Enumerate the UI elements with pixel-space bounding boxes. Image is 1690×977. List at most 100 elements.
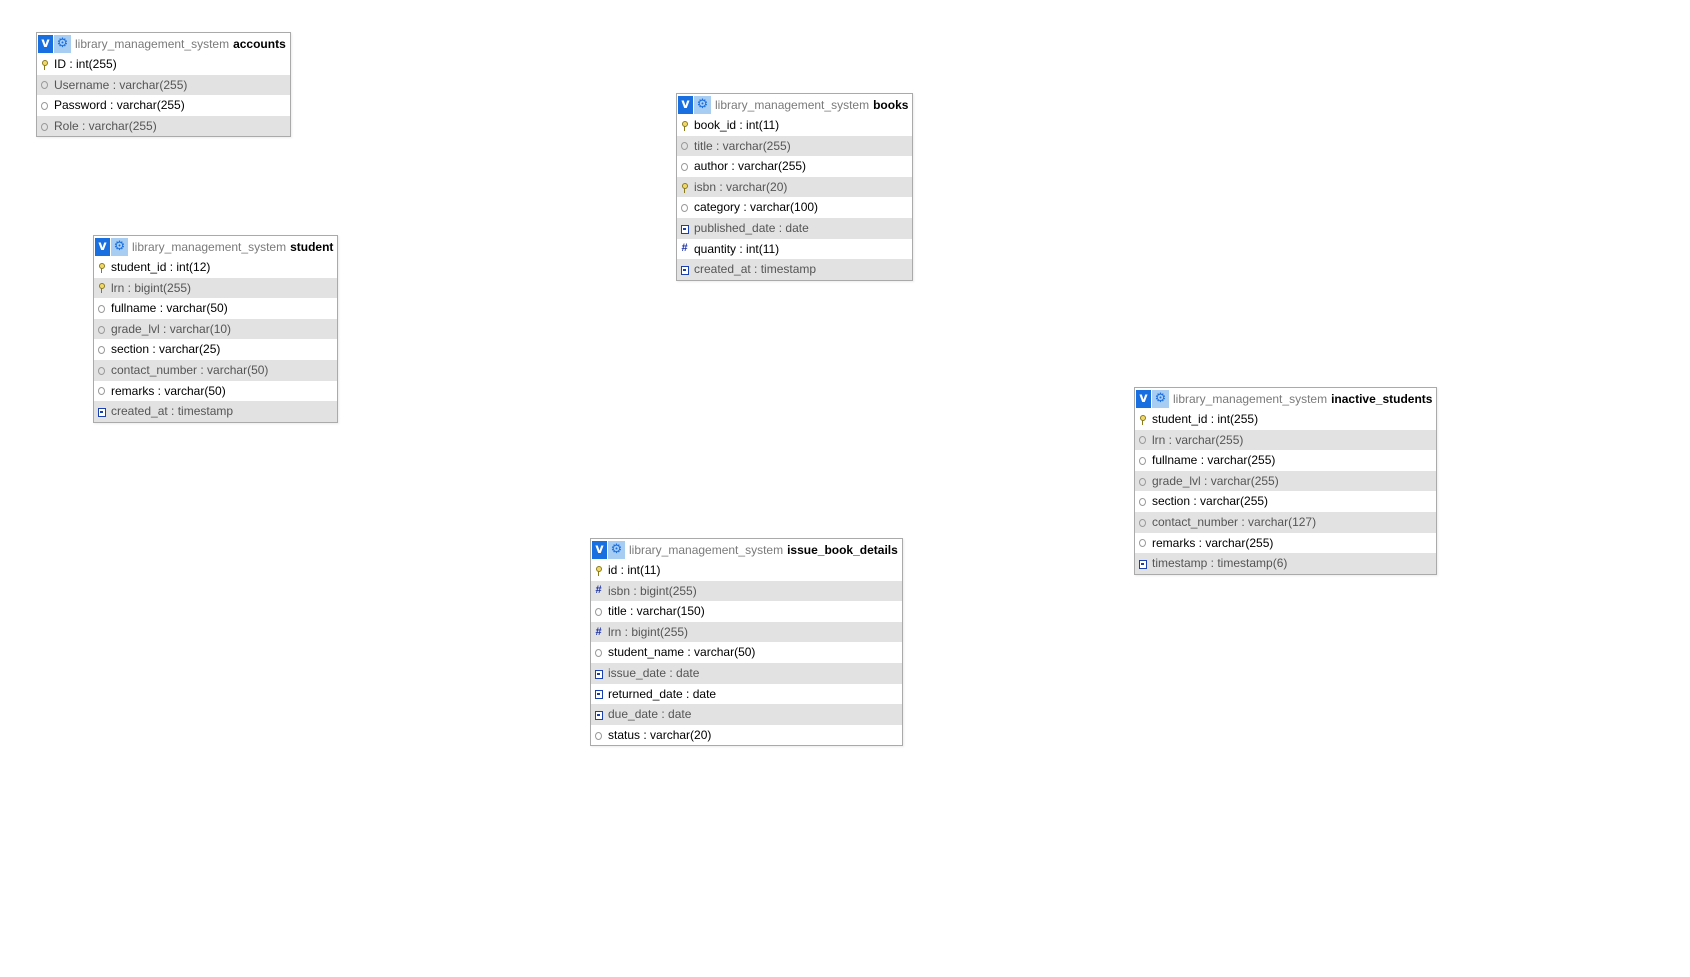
text-field-icon	[1138, 496, 1147, 507]
column-label: status : varchar(20)	[608, 727, 712, 742]
column-row[interactable]: created_at : timestamp	[94, 401, 338, 422]
table-header[interactable]: v ⚙ library_management_system books	[677, 94, 912, 115]
table-issue-book-details[interactable]: v ⚙ library_management_system issue_book…	[590, 538, 903, 747]
column-row[interactable]: Password : varchar(255)	[37, 95, 290, 116]
column-row[interactable]: title : varchar(255)	[677, 135, 913, 157]
schema-name: library_management_system	[132, 239, 287, 254]
text-field-icon	[680, 161, 689, 172]
column-label: fullname : varchar(50)	[111, 301, 228, 316]
column-label: lrn : varchar(255)	[1152, 432, 1244, 447]
schema-name: library_management_system	[629, 542, 784, 557]
column-row[interactable]: grade_lvl : varchar(255)	[1135, 470, 1437, 492]
column-row[interactable]: # lrn : bigint(255)	[591, 621, 902, 643]
gear-icon[interactable]: ⚙	[111, 237, 128, 256]
table-inactive-students[interactable]: v ⚙ library_management_system inactive_s…	[1134, 387, 1438, 575]
table-student[interactable]: v ⚙ library_management_system student st…	[93, 235, 339, 423]
column-row[interactable]: author : varchar(255)	[677, 156, 912, 177]
primary-key-icon	[680, 120, 689, 131]
column-label: timestamp : timestamp(6)	[1152, 556, 1288, 571]
text-field-icon	[97, 365, 106, 376]
column-label: ID : int(255)	[54, 57, 117, 71]
toggle-columns-button[interactable]: v	[95, 237, 110, 256]
toggle-columns-button[interactable]: v	[678, 95, 693, 114]
column-label: category : varchar(100)	[694, 200, 819, 215]
date-field-icon	[594, 709, 603, 720]
column-row[interactable]: issue_date : date	[591, 662, 902, 684]
primary-key-icon	[97, 282, 106, 294]
text-field-icon	[97, 344, 106, 355]
column-row[interactable]: due_date : date	[591, 704, 902, 725]
table-header[interactable]: v ⚙ library_management_system issue_book…	[591, 539, 902, 560]
column-label: section : varchar(255)	[1152, 494, 1269, 509]
text-field-icon	[594, 730, 603, 741]
column-row[interactable]: status : varchar(20)	[591, 725, 902, 746]
gear-icon[interactable]: ⚙	[694, 95, 711, 114]
date-field-icon	[680, 264, 689, 275]
column-label: grade_lvl : varchar(10)	[111, 321, 232, 336]
gear-icon[interactable]: ⚙	[54, 34, 71, 53]
text-field-icon	[97, 303, 106, 314]
toggle-columns-button[interactable]: v	[38, 34, 53, 53]
table-accounts[interactable]: v ⚙ library_management_system accounts I…	[36, 32, 291, 138]
column-row[interactable]: timestamp : timestamp(6)	[1135, 553, 1437, 574]
column-label: fullname : varchar(255)	[1152, 453, 1276, 468]
toggle-columns-button[interactable]: v	[1136, 389, 1151, 408]
table-header[interactable]: v ⚙ library_management_system student	[94, 236, 337, 257]
column-row[interactable]: student_id : int(255)	[1135, 409, 1436, 430]
gear-icon[interactable]: ⚙	[1152, 389, 1169, 408]
column-row[interactable]: lrn : bigint(255)	[94, 277, 338, 299]
column-row[interactable]: student_name : varchar(50)	[591, 642, 902, 663]
table-header[interactable]: v ⚙ library_management_system inactive_s…	[1135, 388, 1436, 409]
table-name: inactive_students	[1331, 391, 1433, 406]
column-row[interactable]: section : varchar(255)	[1135, 491, 1436, 512]
column-label: grade_lvl : varchar(255)	[1152, 473, 1279, 488]
column-row[interactable]: Role : varchar(255)	[37, 115, 290, 137]
toggle-columns-button[interactable]: v	[592, 540, 607, 559]
table-books[interactable]: v ⚙ library_management_system books book…	[676, 93, 914, 281]
column-row[interactable]: Username : varchar(255)	[37, 74, 290, 96]
column-list: ID : int(255) Username : varchar(255) Pass…	[37, 54, 290, 137]
column-label: student_id : int(255)	[1152, 412, 1259, 426]
column-label: issue_date : date	[608, 665, 700, 680]
table-header[interactable]: v ⚙ library_management_system accounts	[37, 33, 290, 54]
column-label: lrn : bigint(255)	[608, 624, 689, 639]
column-row[interactable]: fullname : varchar(50)	[94, 298, 337, 319]
primary-key-icon	[680, 182, 689, 193]
column-row[interactable]: remarks : varchar(255)	[1135, 533, 1436, 554]
column-row[interactable]: grade_lvl : varchar(10)	[94, 318, 338, 340]
column-row[interactable]: title : varchar(150)	[591, 601, 902, 622]
column-label: author : varchar(255)	[694, 159, 807, 174]
column-row[interactable]: ID : int(255)	[37, 54, 290, 75]
column-label: book_id : int(11)	[694, 118, 780, 132]
column-label: published_date : date	[694, 220, 809, 235]
column-row[interactable]: # quantity : int(11)	[677, 239, 912, 260]
column-row[interactable]: lrn : varchar(255)	[1135, 429, 1437, 451]
column-row[interactable]: # isbn : bigint(255)	[591, 580, 902, 602]
column-row[interactable]: returned_date : date	[591, 684, 902, 705]
text-field-icon	[1138, 476, 1147, 487]
column-row[interactable]: id : int(11)	[591, 560, 902, 581]
column-row[interactable]: created_at : timestamp	[677, 259, 913, 280]
column-row[interactable]: section : varchar(25)	[94, 339, 337, 360]
column-label: quantity : int(11)	[694, 241, 780, 256]
column-list: id : int(11) # isbn : bigint(255) title : v…	[591, 560, 902, 745]
column-row[interactable]: fullname : varchar(255)	[1135, 450, 1436, 471]
column-row[interactable]: book_id : int(11)	[677, 115, 912, 136]
text-field-icon	[1138, 455, 1147, 466]
column-list: student_id : int(255) lrn : varchar(255) f…	[1135, 409, 1437, 574]
column-label: Password : varchar(255)	[54, 98, 185, 113]
column-row[interactable]: contact_number : varchar(50)	[94, 359, 338, 381]
column-row[interactable]: published_date : date	[677, 217, 913, 239]
column-label: Username : varchar(255)	[54, 77, 188, 92]
primary-key-icon	[1138, 414, 1147, 425]
column-row[interactable]: remarks : varchar(50)	[94, 381, 337, 402]
column-row[interactable]: student_id : int(12)	[94, 257, 337, 278]
gear-icon[interactable]: ⚙	[608, 540, 625, 559]
column-label: contact_number : varchar(50)	[111, 362, 269, 377]
text-field-icon	[1138, 434, 1147, 445]
column-row[interactable]: isbn : varchar(20)	[677, 176, 913, 198]
column-row[interactable]: contact_number : varchar(127)	[1135, 511, 1437, 533]
column-row[interactable]: category : varchar(100)	[677, 197, 912, 218]
column-label: remarks : varchar(255)	[1152, 535, 1274, 550]
date-field-icon	[594, 688, 603, 700]
